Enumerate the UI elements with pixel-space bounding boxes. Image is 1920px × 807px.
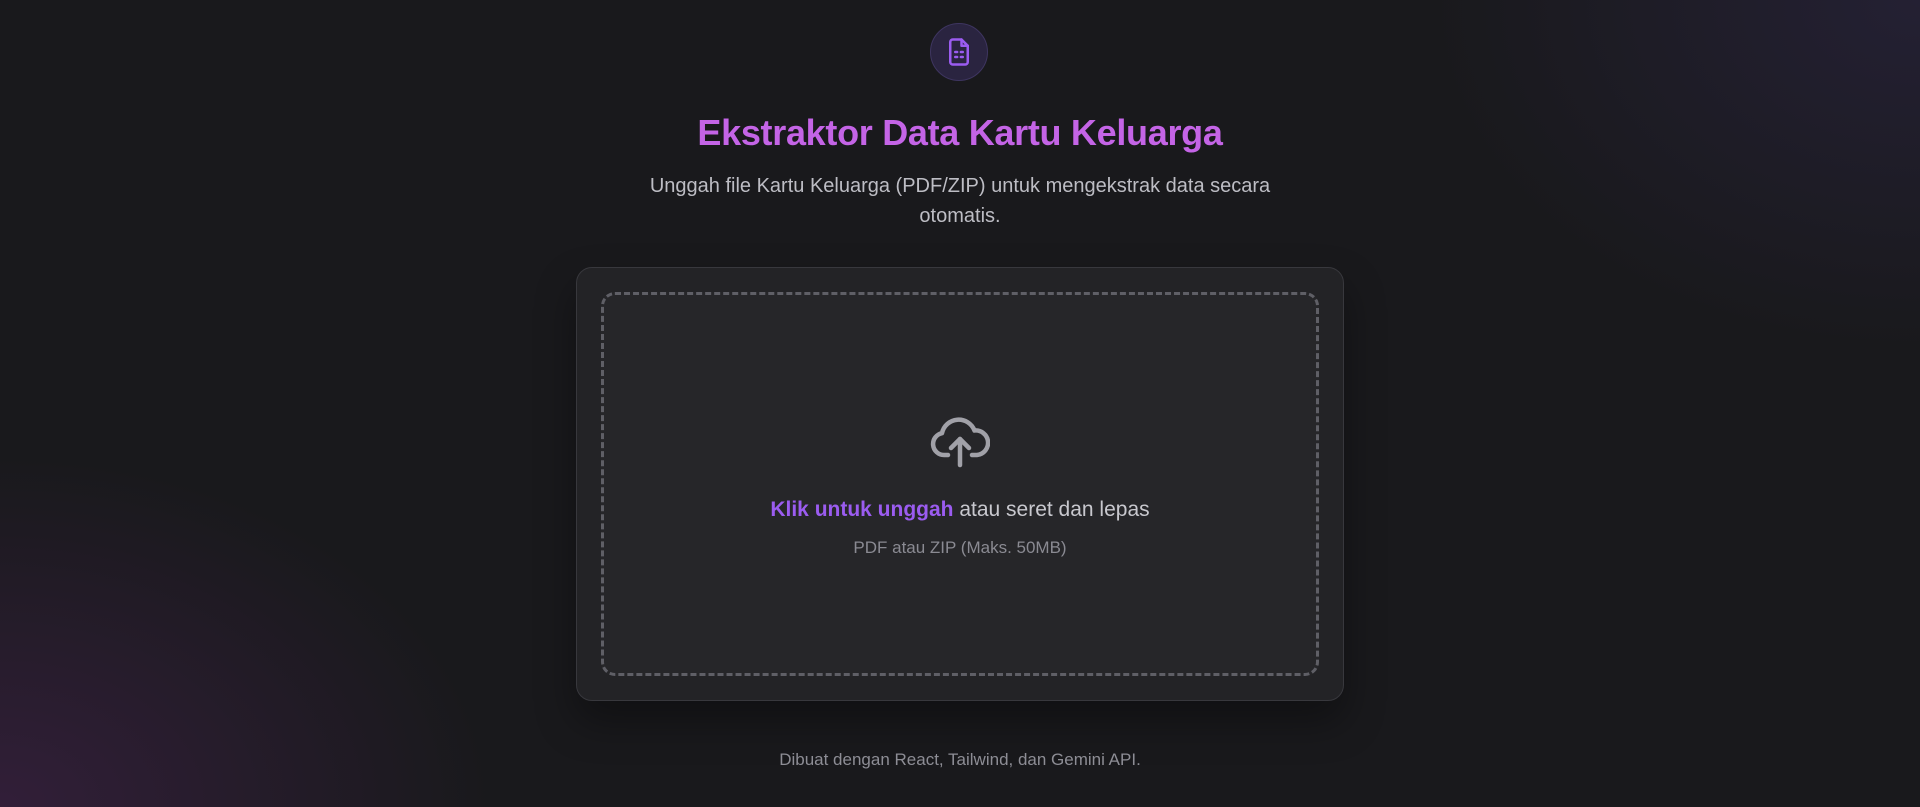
upload-link[interactable]: Klik untuk unggah bbox=[770, 498, 953, 521]
page: Ekstraktor Data Kartu Keluarga Unggah fi… bbox=[0, 0, 1920, 807]
logo-badge bbox=[930, 23, 988, 81]
document-text-icon bbox=[949, 38, 969, 66]
page-title: Ekstraktor Data Kartu Keluarga bbox=[697, 112, 1223, 153]
footer-text: Dibuat dengan React, Tailwind, dan Gemin… bbox=[779, 750, 1141, 769]
upload-instruction: Klik untuk unggah atau seret dan lepas bbox=[604, 498, 1316, 522]
upload-hint: PDF atau ZIP (Maks. 50MB) bbox=[853, 538, 1067, 557]
upload-instruction-rest: atau seret dan lepas bbox=[953, 498, 1150, 521]
upload-dropzone[interactable]: Klik untuk unggah atau seret dan lepas P… bbox=[601, 292, 1319, 676]
page-subtitle: Unggah file Kartu Keluarga (PDF/ZIP) unt… bbox=[649, 175, 1271, 227]
upload-card: Klik untuk unggah atau seret dan lepas P… bbox=[576, 267, 1344, 701]
cloud-upload-icon bbox=[930, 417, 990, 468]
